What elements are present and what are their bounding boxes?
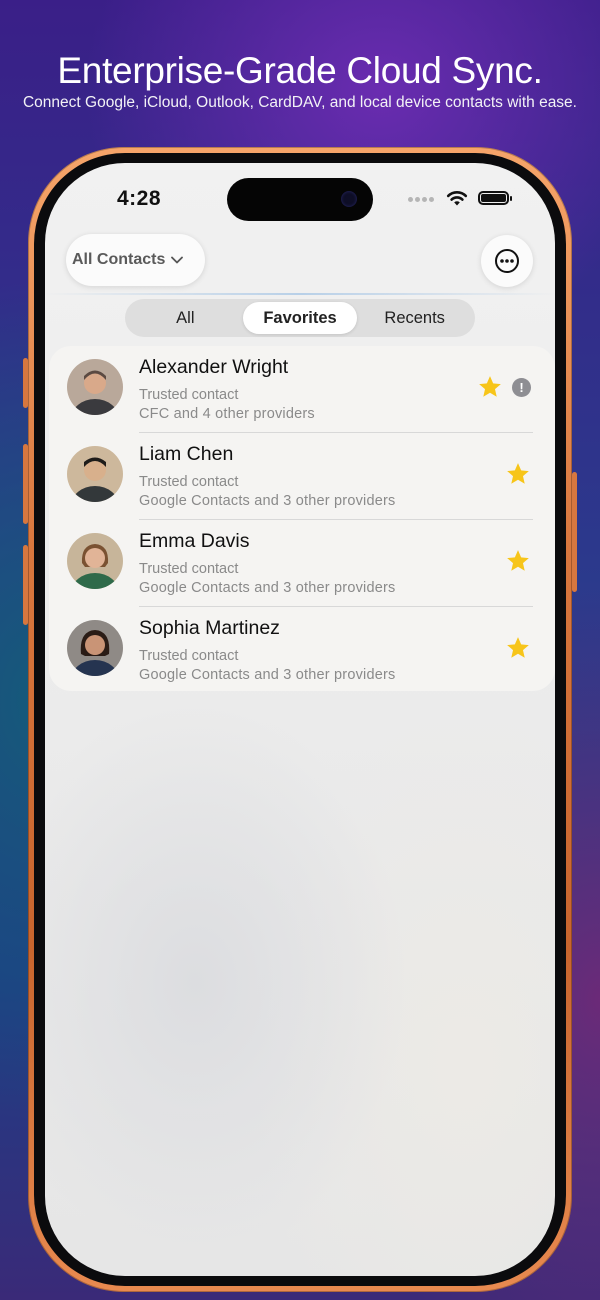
info-alert-icon[interactable]: ! — [512, 378, 531, 397]
contacts-filter-label: All Contacts — [72, 251, 166, 268]
contact-status: Trusted contact — [139, 648, 239, 664]
favorite-star-icon[interactable] — [477, 374, 503, 400]
contacts-filter-button[interactable]: All Contacts — [66, 234, 206, 286]
tab-recents[interactable]: Recents — [357, 302, 472, 334]
chevron-down-icon — [171, 256, 184, 264]
contact-name: Liam Chen — [139, 443, 234, 465]
contact-providers: CFC and 4 other providers — [139, 406, 315, 422]
contact-row[interactable]: Liam Chen Trusted contact Google Contact… — [49, 433, 555, 520]
contact-name: Emma Davis — [139, 530, 250, 552]
battery-icon — [478, 191, 512, 205]
contact-providers: Google Contacts and 3 other providers — [139, 667, 396, 683]
status-time: 4:28 — [117, 187, 162, 210]
wifi-icon — [446, 190, 468, 205]
promo-headline: Enterprise-Grade Cloud Sync. — [57, 50, 543, 91]
avatar — [67, 446, 123, 502]
phone-screen: 4:28 All Contacts All Favorites Recents — [45, 163, 555, 1276]
contact-name: Alexander Wright — [139, 356, 289, 378]
volume-up-button — [23, 444, 28, 524]
contact-status: Trusted contact — [139, 387, 239, 403]
contact-row[interactable]: Sophia Martinez Trusted contact Google C… — [49, 607, 555, 694]
contact-status: Trusted contact — [139, 474, 239, 490]
action-button — [23, 358, 28, 408]
contact-status: Trusted contact — [139, 561, 239, 577]
favorites-list: Alexander Wright Trusted contact CFC and… — [49, 346, 555, 691]
favorite-star-icon[interactable] — [505, 461, 531, 487]
dynamic-island — [227, 178, 373, 221]
avatar — [67, 359, 123, 415]
avatar — [67, 533, 123, 589]
front-camera-icon — [341, 191, 357, 207]
volume-down-button — [23, 545, 28, 625]
contact-name: Sophia Martinez — [139, 617, 280, 639]
signal-dots-icon — [408, 189, 436, 207]
tab-favorites[interactable]: Favorites — [242, 302, 358, 334]
favorite-star-icon[interactable] — [505, 635, 531, 661]
contact-providers: Google Contacts and 3 other providers — [139, 580, 396, 596]
favorite-star-icon[interactable] — [505, 548, 531, 574]
contact-providers: Google Contacts and 3 other providers — [139, 493, 396, 509]
more-options-button[interactable] — [481, 235, 533, 287]
contact-row[interactable]: Emma Davis Trusted contact Google Contac… — [49, 520, 555, 607]
tab-all[interactable]: All — [128, 302, 243, 334]
status-icons — [408, 189, 512, 207]
avatar — [67, 620, 123, 676]
power-button — [572, 472, 577, 592]
header-divider — [45, 293, 555, 295]
contact-row[interactable]: Alexander Wright Trusted contact CFC and… — [49, 346, 555, 433]
contact-tabs: All Favorites Recents — [125, 299, 475, 337]
promo-subline: Connect Google, iCloud, Outlook, CardDAV… — [22, 94, 577, 111]
ellipsis-circle-icon — [495, 249, 519, 273]
